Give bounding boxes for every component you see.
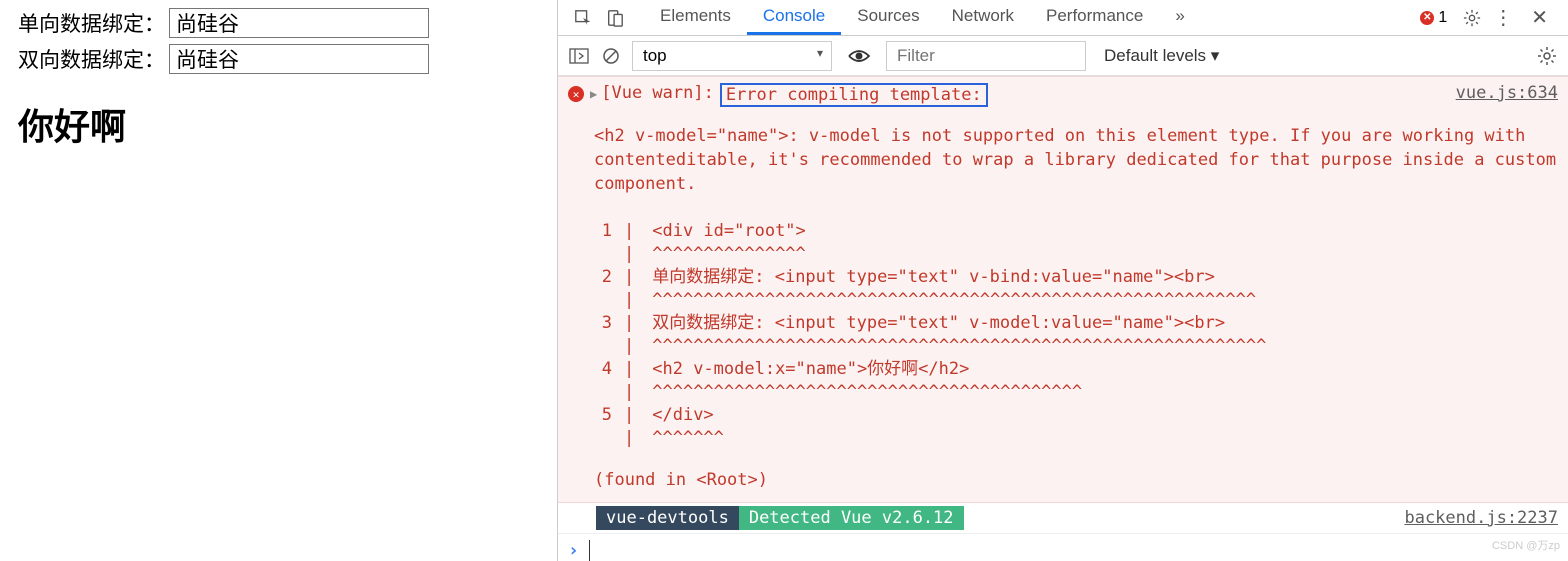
tab-more[interactable]: » — [1159, 0, 1200, 35]
console-input[interactable]: › — [558, 534, 1568, 561]
vue-warn-prefix: [Vue warn]: — [601, 83, 714, 103]
settings-gear-icon[interactable] — [1463, 9, 1481, 27]
cursor — [589, 540, 590, 561]
line-num: 5 — [594, 404, 624, 427]
vue-version-badge: Detected Vue v2.6.12 — [739, 506, 964, 530]
carets: ^^^^^^^^^^^^^^^ — [652, 243, 806, 266]
error-count-badge[interactable]: ✕ 1 — [1416, 8, 1451, 28]
one-way-input[interactable] — [169, 8, 429, 38]
log-levels-dropdown[interactable]: Default levels ▾ — [1096, 42, 1227, 70]
console-toolbar: top Default levels ▾ — [558, 36, 1568, 76]
carets: ^^^^^^^^^^^^^^^^^^^^^^^^^^^^^^^^^^^^^^^^… — [652, 381, 1082, 404]
tab-network[interactable]: Network — [936, 0, 1030, 35]
carets: ^^^^^^^^^^^^^^^^^^^^^^^^^^^^^^^^^^^^^^^^… — [652, 335, 1266, 358]
one-way-binding-row: 单向数据绑定： — [18, 8, 539, 38]
error-title-highlighted: Error compiling template: — [720, 83, 988, 107]
two-way-input[interactable] — [169, 44, 429, 74]
carets: ^^^^^^^ — [652, 427, 724, 450]
error-body: <h2 v-model="name">: v-model is not supp… — [594, 125, 1558, 196]
line-num: 2 — [594, 266, 624, 289]
code-text: 单向数据绑定: <input type="text" v-bind:value=… — [652, 266, 1215, 289]
one-way-label: 单向数据绑定： — [18, 8, 165, 38]
carets: ^^^^^^^^^^^^^^^^^^^^^^^^^^^^^^^^^^^^^^^^… — [652, 289, 1256, 312]
two-way-binding-row: 双向数据绑定： — [18, 44, 539, 74]
devtools-tabs: Elements Console Sources Network Perform… — [644, 0, 1201, 35]
error-message: ✕ ▶ [Vue warn]: Error compiling template… — [558, 76, 1568, 503]
error-count: 1 — [1438, 9, 1447, 27]
expand-arrow-icon[interactable]: ▶ — [590, 87, 597, 101]
inspect-icon[interactable] — [574, 9, 592, 27]
live-expression-icon[interactable] — [848, 46, 870, 66]
source-link-vue[interactable]: vue.js:634 — [1456, 83, 1558, 103]
code-text: <h2 v-model:x="name">你好啊</h2> — [652, 358, 969, 381]
line-num: 4 — [594, 358, 624, 381]
tab-sources[interactable]: Sources — [841, 0, 935, 35]
error-icon: ✕ — [568, 86, 584, 102]
context-value: top — [643, 46, 667, 65]
device-toggle-icon[interactable] — [606, 9, 624, 27]
vue-detected-message: vue-devtools Detected Vue v2.6.12 backen… — [558, 503, 1568, 534]
console-output: ✕ ▶ [Vue warn]: Error compiling template… — [558, 76, 1568, 561]
close-devtools-icon[interactable]: ✕ — [1525, 5, 1554, 30]
code-text: 双向数据绑定: <input type="text" v-model:value… — [652, 312, 1225, 335]
clear-console-icon[interactable] — [600, 46, 622, 66]
code-listing: 1| <div id="root"> | ^^^^^^^^^^^^^^^ 2| … — [594, 220, 1558, 449]
context-selector[interactable]: top — [632, 41, 832, 71]
line-num: 3 — [594, 312, 624, 335]
prompt-arrow-icon: › — [568, 540, 579, 561]
tab-performance[interactable]: Performance — [1030, 0, 1159, 35]
webpage-content: 单向数据绑定： 双向数据绑定： 你好啊 — [0, 0, 557, 561]
error-icon: ✕ — [1420, 11, 1434, 25]
toggle-sidebar-icon[interactable] — [568, 46, 590, 66]
devtools-tabbar: Elements Console Sources Network Perform… — [558, 0, 1568, 36]
tab-elements[interactable]: Elements — [644, 0, 747, 35]
code-text: </div> — [652, 404, 713, 427]
source-link-backend[interactable]: backend.js:2237 — [1404, 508, 1558, 528]
vue-devtools-badge: vue-devtools — [596, 506, 739, 530]
tab-console[interactable]: Console — [747, 0, 841, 35]
line-num: 1 — [594, 220, 624, 243]
console-settings-icon[interactable] — [1536, 46, 1558, 66]
devtools-panel: Elements Console Sources Network Perform… — [557, 0, 1568, 561]
watermark: CSDN @万zp — [1492, 537, 1560, 553]
greeting-heading: 你好啊 — [18, 98, 539, 150]
filter-input[interactable] — [886, 41, 1086, 71]
two-way-label: 双向数据绑定： — [18, 44, 165, 74]
found-in-text: (found in <Root>) — [594, 470, 1558, 490]
more-menu-icon[interactable]: ⋮ — [1493, 5, 1513, 30]
code-text: <div id="root"> — [652, 220, 806, 243]
